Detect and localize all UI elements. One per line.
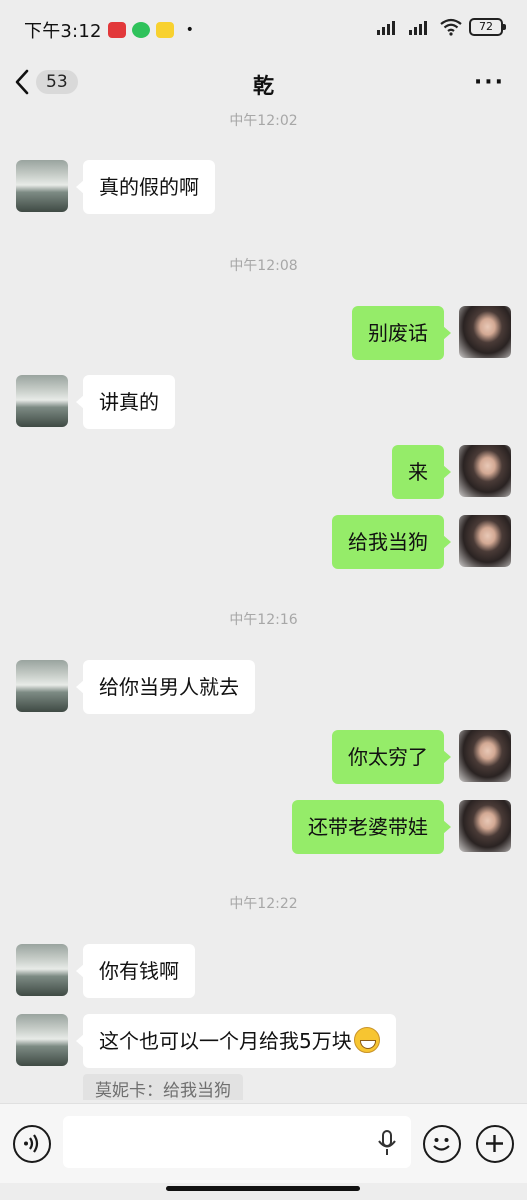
contact-avatar[interactable] — [16, 375, 68, 427]
voice-button[interactable] — [13, 1125, 51, 1163]
contact-avatar[interactable] — [16, 1014, 68, 1066]
notification-dot-icon: • — [185, 22, 194, 38]
chat-title: 乾 — [253, 74, 274, 98]
outgoing-message[interactable]: 给我当狗 — [332, 515, 451, 569]
outgoing-message[interactable]: 别废话 — [352, 306, 451, 360]
message-input[interactable] — [63, 1116, 411, 1168]
wechat-app-icon — [131, 22, 150, 38]
self-avatar[interactable] — [459, 515, 511, 567]
incoming-message[interactable]: 讲真的 — [76, 375, 175, 429]
chat-header: 53 乾 ··· — [0, 60, 527, 110]
incoming-message[interactable]: 你有钱啊 — [76, 944, 195, 998]
status-bar: 下午3:12 • 72 — [0, 0, 527, 60]
self-avatar[interactable] — [459, 730, 511, 782]
timestamp: 中午12:16 — [229, 612, 298, 628]
input-bar — [0, 1103, 527, 1183]
signal-icon — [377, 21, 395, 35]
self-avatar[interactable] — [459, 306, 511, 358]
wifi-icon — [440, 18, 462, 36]
timestamp: 中午12:02 — [229, 113, 298, 129]
signal-icon-2 — [409, 21, 427, 35]
voice-icon — [24, 1134, 39, 1153]
meituan-app-icon — [155, 22, 174, 38]
more-icon: ··· — [473, 70, 505, 95]
timestamp: 中午12:08 — [229, 258, 298, 274]
outgoing-message[interactable]: 你太穷了 — [332, 730, 451, 784]
status-right: 72 — [375, 18, 506, 36]
grin-emoji-icon — [353, 1027, 380, 1053]
plus-icon — [486, 1135, 503, 1152]
contact-avatar[interactable] — [16, 160, 68, 212]
outgoing-message[interactable]: 还带老婆带娃 — [292, 800, 451, 854]
outgoing-message[interactable]: 来 — [392, 445, 451, 499]
incoming-message[interactable]: 真的假的啊 — [76, 160, 215, 214]
self-avatar[interactable] — [459, 800, 511, 852]
emoji-button[interactable] — [423, 1125, 461, 1163]
home-indicator[interactable] — [166, 1186, 360, 1191]
incoming-message[interactable]: 这个也可以一个月给我5万块 — [76, 1014, 396, 1068]
mic-icon[interactable] — [377, 1130, 397, 1156]
incoming-message[interactable]: 给你当男人就去 — [76, 660, 255, 714]
contact-avatar[interactable] — [16, 660, 68, 712]
quoted-message[interactable]: 莫妮卡：给我当狗 — [83, 1074, 243, 1100]
hongbao-app-icon — [107, 22, 126, 38]
chat-messages[interactable]: 中午12:02 真的假的啊 中午12:08 别废话 讲真的 来 给我当狗 中午1… — [0, 110, 527, 1100]
message-text: 这个也可以一个月给我5万块 — [99, 1029, 352, 1053]
timestamp: 中午12:22 — [229, 896, 298, 912]
status-time: 下午3:12 — [24, 21, 102, 42]
more-button[interactable]: ··· — [474, 70, 505, 95]
contact-avatar[interactable] — [16, 944, 68, 996]
plus-button[interactable] — [476, 1125, 514, 1163]
self-avatar[interactable] — [459, 445, 511, 497]
battery-icon: 72 — [469, 18, 506, 36]
emoji-icon — [433, 1138, 450, 1151]
